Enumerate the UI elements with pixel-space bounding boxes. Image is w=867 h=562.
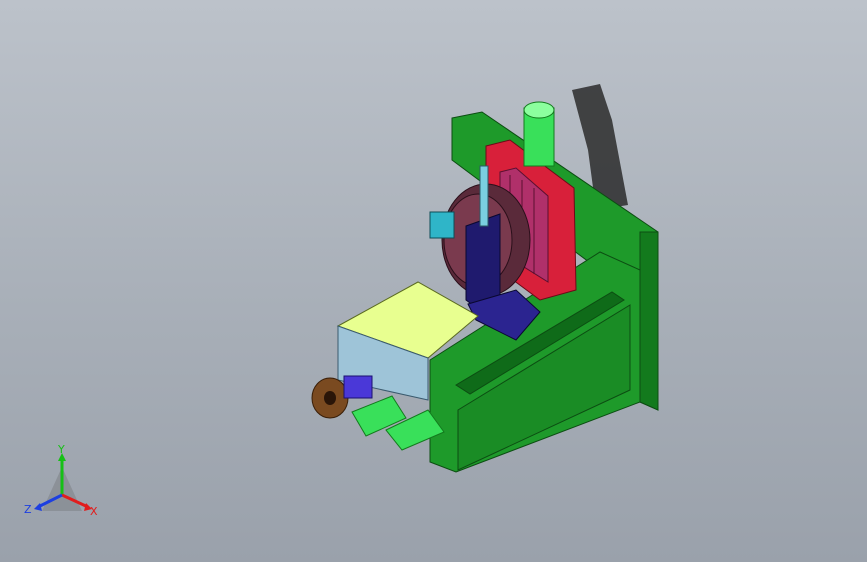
- stepper-motor-hub: [324, 391, 336, 405]
- vertical-rod[interactable]: [479, 165, 489, 227]
- cad-viewport[interactable]: Y X Z: [0, 0, 867, 562]
- base-plate-edge: [639, 231, 659, 411]
- motor-coupling: [343, 375, 373, 399]
- coordinate-triad: Y X Z: [24, 445, 98, 518]
- cad-model-render[interactable]: [0, 0, 867, 562]
- top-cylinder-cap: [523, 101, 555, 119]
- cyan-clamp: [429, 211, 455, 239]
- x-axis-label: X: [90, 505, 98, 518]
- vertical-bracket[interactable]: [465, 213, 501, 307]
- z-axis-label: Z: [24, 503, 32, 516]
- y-axis-label: Y: [57, 445, 65, 456]
